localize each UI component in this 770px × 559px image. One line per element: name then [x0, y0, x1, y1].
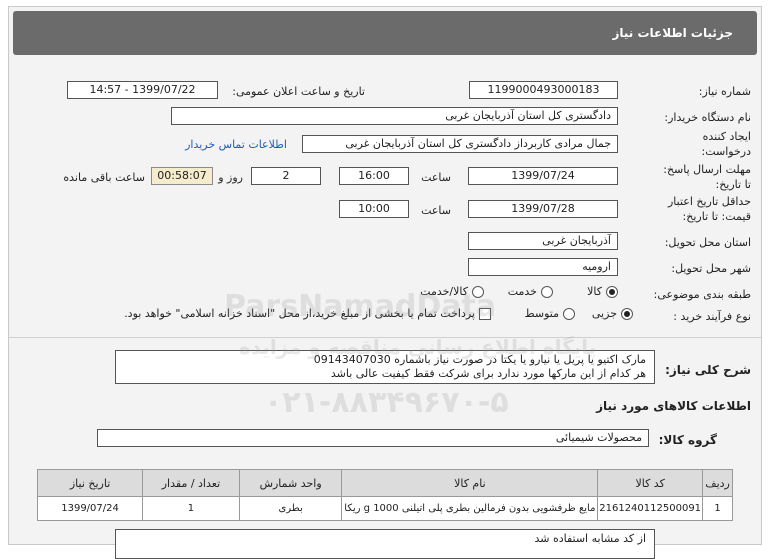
page-header: جزئیات اطلاعات نیاز	[13, 11, 757, 55]
process-label: نوع فرآیند خرید :	[673, 310, 751, 323]
note-box[interactable]: از کد مشابه استفاده شد	[115, 529, 655, 559]
goods-section-title: اطلاعات کالاهای مورد نیاز	[596, 399, 751, 413]
cell-quantity: 1	[142, 496, 240, 521]
treasury-payment-checkbox[interactable]: پرداخت تمام یا بخشی از مبلغ خرید،از محل …	[124, 307, 491, 320]
remaining-time-field: 00:58:07	[151, 167, 213, 185]
days-label: روز و	[218, 171, 243, 184]
announce-label: تاریخ و ساعت اعلان عمومی:	[232, 85, 365, 98]
cell-row-number: 1	[702, 496, 733, 521]
col-header-row-number: ردیف	[702, 469, 733, 497]
category-label: طبقه بندی موضوعی:	[653, 288, 751, 301]
process-option-minor-label: جزیی	[591, 307, 617, 320]
process-option-minor[interactable]: جزیی	[592, 307, 633, 320]
deadline-date-field[interactable]: 1399/07/24	[468, 167, 618, 185]
creator-label-2: درخواست:	[701, 145, 751, 158]
radio-icon[interactable]	[541, 285, 553, 298]
city-field[interactable]: ارومیه	[468, 258, 618, 276]
col-header-unit: واحد شمارش	[238, 469, 343, 497]
deadline-label-1: مهلت ارسال پاسخ:	[663, 163, 751, 176]
col-header-quantity: تعداد / مقدار	[142, 469, 240, 497]
days-field[interactable]: 2	[251, 167, 321, 185]
radio-icon[interactable]	[472, 285, 484, 298]
cell-name: مایع ظرفشویی بدون فرمالین بطری پلی اتیلن…	[341, 496, 599, 521]
remaining-label: ساعت باقی مانده	[63, 171, 145, 184]
watermark-phone: ۰۲۱-۸۸۳۴۹۶۷۰-۵	[264, 385, 509, 420]
buyer-label: نام دستگاه خریدار:	[664, 111, 751, 124]
page-title: جزئیات اطلاعات نیاز	[612, 26, 733, 40]
description-line-1: مارک اکتیو یا پریل یا نیارو یا یکتا در ص…	[313, 353, 646, 366]
contact-buyer-link[interactable]: اطلاعات تماس خریدار	[185, 138, 287, 151]
description-box[interactable]: مارک اکتیو یا پریل یا نیارو یا یکتا در ص…	[115, 350, 655, 384]
validity-time-field[interactable]: 10:00	[339, 200, 409, 218]
process-option-medium-label: متوسط	[524, 307, 559, 320]
validity-label-1: حداقل تاریخ اعتبار	[667, 195, 751, 208]
note-text: از کد مشابه استفاده شد	[534, 532, 646, 545]
category-option-service[interactable]: خدمت	[508, 285, 553, 298]
cell-date: 1399/07/24	[36, 496, 144, 521]
section-divider	[9, 337, 761, 338]
goods-group-label: گروه کالا:	[658, 433, 717, 447]
description-label: شرح کلی نیاز:	[665, 363, 751, 377]
col-header-name: نام کالا	[341, 469, 599, 497]
category-option-service-label: خدمت	[507, 285, 537, 298]
category-option-both[interactable]: کالا/خدمت	[420, 285, 484, 298]
category-option-goods-label: کالا	[587, 285, 602, 298]
details-panel: جزئیات اطلاعات نیاز شماره نیاز: 11990004…	[8, 6, 762, 559]
table-row[interactable]: 1 2161240112500091 مایع ظرفشویی بدون فرم…	[36, 496, 733, 521]
city-label: شهر محل تحویل:	[671, 262, 751, 275]
category-option-both-label: کالا/خدمت	[420, 285, 468, 298]
deadline-label-2: تا تاریخ:	[715, 178, 751, 191]
deadline-time-label: ساعت	[421, 171, 451, 184]
process-option-medium[interactable]: متوسط	[524, 307, 575, 320]
col-header-date: تاریخ نیاز	[36, 469, 144, 497]
treasury-payment-text: پرداخت تمام یا بخشی از مبلغ خرید،از محل …	[124, 307, 475, 320]
need-number-label: شماره نیاز:	[698, 85, 751, 98]
table-header-row: ردیف کد کالا نام کالا واحد شمارش تعداد /…	[36, 469, 733, 497]
creator-label-1: ایجاد کننده	[702, 130, 751, 143]
checkbox-icon[interactable]	[479, 307, 491, 320]
goods-table: ردیف کد کالا نام کالا واحد شمارش تعداد /…	[36, 469, 733, 521]
validity-label-2: قیمت: تا تاریخ:	[682, 210, 751, 223]
radio-selected-icon[interactable]	[621, 307, 633, 320]
deadline-time-field[interactable]: 16:00	[339, 167, 409, 185]
cell-code: 2161240112500091	[597, 496, 704, 521]
col-header-code: کد کالا	[597, 469, 704, 497]
category-option-goods[interactable]: کالا	[587, 285, 618, 298]
goods-group-field[interactable]: محصولات شیمیائی	[97, 429, 649, 447]
province-field[interactable]: آذربایجان غربی	[468, 232, 618, 250]
cell-unit: بطری	[238, 496, 343, 521]
radio-icon[interactable]	[563, 307, 575, 320]
need-number-field[interactable]: 1199000493000183	[469, 81, 618, 99]
buyer-field[interactable]: دادگستری کل استان آذربایجان غربی	[171, 107, 618, 125]
creator-field[interactable]: جمال مرادی کاربرداز دادگستری کل استان آذ…	[302, 135, 618, 153]
validity-time-label: ساعت	[421, 204, 451, 217]
validity-date-field[interactable]: 1399/07/28	[468, 200, 618, 218]
description-line-2: هر کدام از این مارکها مورد ندارد برای شر…	[330, 367, 646, 380]
announce-field[interactable]: 1399/07/22 - 14:57	[67, 81, 218, 99]
province-label: استان محل تحویل:	[664, 236, 751, 249]
radio-selected-icon[interactable]	[606, 285, 618, 298]
